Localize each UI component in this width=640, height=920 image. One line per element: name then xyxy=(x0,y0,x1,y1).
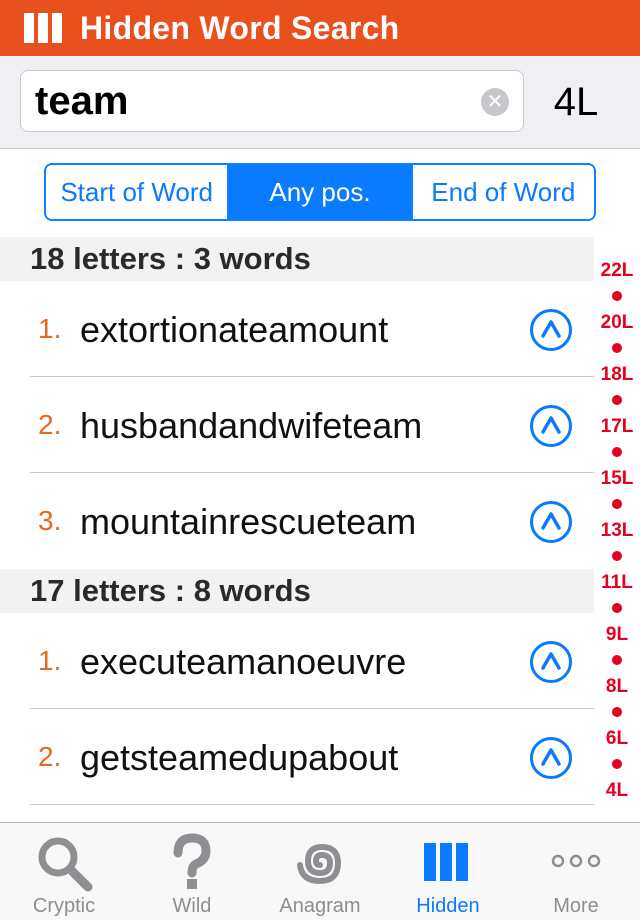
expand-icon[interactable] xyxy=(530,501,572,543)
list-item[interactable]: 2. getsteamedupabout xyxy=(0,709,594,805)
item-word: husbandandwifeteam xyxy=(80,405,423,446)
expand-icon[interactable] xyxy=(530,405,572,447)
search-area: ✕ 4L xyxy=(0,56,640,149)
search-box[interactable]: ✕ xyxy=(20,70,524,132)
tab-label: Cryptic xyxy=(32,895,96,917)
item-number: 2. xyxy=(38,741,62,772)
magnifier-icon xyxy=(38,837,93,892)
index-dot xyxy=(612,759,622,769)
tab-label: More xyxy=(553,895,599,917)
index-item[interactable]: 6L xyxy=(594,728,640,750)
index-item[interactable]: 4L xyxy=(594,780,640,802)
index-dot xyxy=(612,343,622,353)
length-label: 4L xyxy=(553,80,599,124)
tab-label: Wild xyxy=(172,895,212,917)
index-item[interactable]: 13L xyxy=(594,520,640,542)
section-index-bar[interactable]: 22L 20L 18L 17L 15L 13L 11L 9L 8L 6L 4L xyxy=(594,236,640,806)
index-item[interactable]: 17L xyxy=(594,416,640,438)
tab-more[interactable]: More xyxy=(512,823,640,920)
app-title: Hidden Word Search xyxy=(80,9,400,46)
index-item[interactable]: 20L xyxy=(594,312,640,334)
tab-anagram[interactable]: Anagram xyxy=(256,823,384,920)
index-dot xyxy=(612,603,622,613)
expand-icon[interactable] xyxy=(530,309,572,351)
position-segmented-control: Start of Word Any pos. End of Word xyxy=(44,163,596,221)
expand-icon[interactable] xyxy=(530,641,572,683)
list-item[interactable]: 1. extortionateamount xyxy=(0,281,594,377)
index-dot xyxy=(612,291,622,301)
index-item[interactable]: 9L xyxy=(594,624,640,646)
item-word: executeamanoeuvre xyxy=(80,641,407,682)
index-item[interactable]: 15L xyxy=(594,468,640,490)
tab-cryptic[interactable]: Cryptic xyxy=(0,823,128,920)
item-word: getsteamedupabout xyxy=(80,737,399,778)
item-word: mountainrescueteam xyxy=(80,501,417,542)
list-item[interactable]: 3. mountainrescueteam xyxy=(0,473,594,569)
list-item[interactable]: 2. husbandandwifeteam xyxy=(0,377,594,473)
item-word: extortionateamount xyxy=(80,309,389,350)
app-header: Hidden Word Search xyxy=(0,0,640,56)
question-icon xyxy=(173,833,211,889)
index-item[interactable]: 22L xyxy=(594,260,640,282)
columns-icon xyxy=(424,843,468,881)
tab-hidden[interactable]: Hidden xyxy=(384,823,512,920)
search-input[interactable] xyxy=(35,79,475,123)
columns-icon xyxy=(24,13,62,43)
item-number: 1. xyxy=(38,645,62,676)
segment-start-of-word[interactable]: Start of Word xyxy=(46,165,230,219)
expand-icon[interactable] xyxy=(530,737,572,779)
index-item[interactable]: 8L xyxy=(594,676,640,698)
section-header: 18 letters : 3 words xyxy=(0,237,594,281)
item-number: 1. xyxy=(38,313,62,344)
more-icon xyxy=(551,854,601,868)
index-dot xyxy=(612,499,622,509)
index-dot xyxy=(612,707,622,717)
index-dot xyxy=(612,447,622,457)
segment-end-of-word[interactable]: End of Word xyxy=(413,165,594,219)
tab-label: Anagram xyxy=(279,895,361,917)
index-item[interactable]: 11L xyxy=(594,572,640,594)
index-dot xyxy=(612,655,622,665)
section-header: 17 letters : 8 words xyxy=(0,569,594,613)
list-item[interactable]: 1. executeamanoeuvre xyxy=(0,613,594,709)
tab-label: Hidden xyxy=(416,895,480,917)
index-dot xyxy=(612,395,622,405)
index-dot xyxy=(612,551,622,561)
spiral-icon xyxy=(297,843,342,885)
tab-wild[interactable]: Wild xyxy=(128,823,256,920)
tab-bar: Cryptic Wild Anagram Hidden More xyxy=(0,822,640,920)
item-number: 2. xyxy=(38,409,62,440)
segment-any-position[interactable]: Any pos. xyxy=(229,165,413,219)
clear-icon[interactable]: ✕ xyxy=(481,88,509,116)
index-item[interactable]: 18L xyxy=(594,364,640,386)
item-number: 3. xyxy=(38,505,62,536)
